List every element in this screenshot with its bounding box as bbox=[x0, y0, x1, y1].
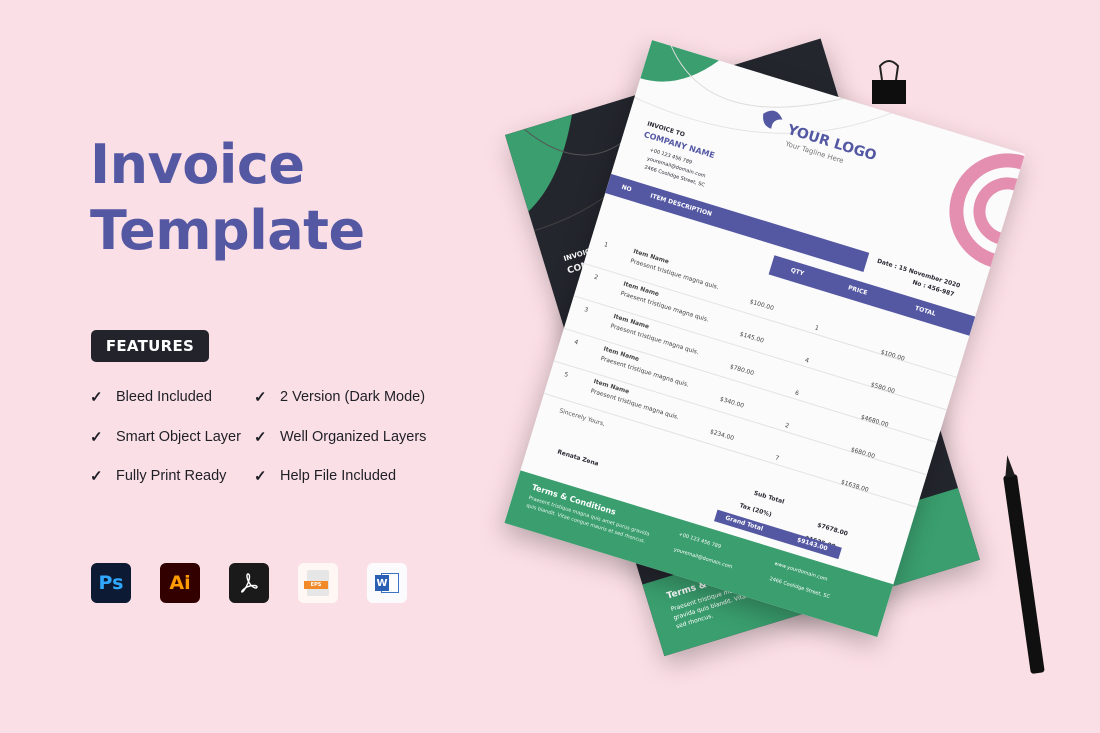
eps-label: EPS bbox=[304, 581, 328, 589]
word-letter: W bbox=[375, 575, 389, 591]
feature-item: ✓ 2 Version (Dark Mode) bbox=[254, 388, 425, 406]
item-qty: 1 bbox=[813, 324, 820, 333]
header-qty: QTY bbox=[789, 266, 805, 278]
item-no: 5 bbox=[563, 371, 570, 379]
page-title: Invoice Template bbox=[90, 132, 365, 264]
word-glyph: W bbox=[375, 571, 399, 595]
footer-email: youremail@domain.com bbox=[673, 546, 734, 571]
header-no: NO bbox=[620, 183, 633, 194]
item-no: 3 bbox=[583, 306, 589, 314]
check-icon: ✓ bbox=[254, 389, 267, 406]
feature-item: ✓ Well Organized Layers bbox=[254, 428, 426, 446]
item-price: $145.00 bbox=[738, 330, 765, 345]
item-qty: 6 bbox=[794, 389, 800, 398]
footer-phone: +00 123 456 789 bbox=[677, 531, 722, 551]
feature-label: Well Organized Layers bbox=[280, 429, 427, 445]
check-icon: ✓ bbox=[90, 389, 103, 406]
item-price: $100.00 bbox=[748, 298, 775, 313]
check-icon: ✓ bbox=[90, 429, 103, 446]
acrobat-icon bbox=[229, 563, 269, 603]
feature-label: 2 Version (Dark Mode) bbox=[280, 389, 426, 405]
feature-label: Bleed Included bbox=[116, 389, 212, 405]
item-price: $234.00 bbox=[709, 428, 735, 443]
item-price: $780.00 bbox=[728, 363, 755, 378]
word-icon: W bbox=[367, 563, 407, 603]
feature-label: Fully Print Ready bbox=[116, 468, 227, 484]
item-qty: 7 bbox=[774, 454, 780, 463]
check-icon: ✓ bbox=[254, 468, 267, 485]
feature-label: Smart Object Layer bbox=[116, 429, 241, 445]
features-badge: FEATURES bbox=[91, 330, 209, 362]
acrobat-glyph bbox=[241, 573, 258, 593]
feature-item: ✓ Fully Print Ready bbox=[90, 467, 226, 485]
header-total: TOTAL bbox=[914, 304, 937, 318]
photoshop-icon: Ps bbox=[91, 563, 131, 603]
check-icon: ✓ bbox=[254, 429, 267, 446]
feature-item: ✓ Help File Included bbox=[254, 467, 396, 485]
item-no: 2 bbox=[593, 273, 599, 282]
item-no: 4 bbox=[573, 338, 579, 347]
title-line-1: Invoice bbox=[90, 133, 305, 196]
item-no: 1 bbox=[603, 241, 609, 249]
app-label: Ps bbox=[98, 572, 124, 594]
header-price: PRICE bbox=[847, 284, 869, 297]
item-qty: 2 bbox=[784, 421, 790, 430]
feature-item: ✓ Smart Object Layer bbox=[90, 428, 241, 446]
app-label: Ai bbox=[169, 572, 191, 594]
feature-label: Help File Included bbox=[280, 468, 397, 484]
item-price: $340.00 bbox=[718, 395, 745, 410]
binder-clip-icon bbox=[872, 60, 906, 104]
eps-file-shape: EPS bbox=[304, 570, 329, 596]
check-icon: ✓ bbox=[90, 468, 103, 485]
illustrator-icon: Ai bbox=[160, 563, 200, 603]
title-line-2: Template bbox=[90, 199, 365, 262]
fountain-pen bbox=[1003, 474, 1045, 675]
feature-item: ✓ Bleed Included bbox=[90, 388, 212, 406]
item-qty: 4 bbox=[804, 356, 810, 365]
eps-file-icon: EPS bbox=[298, 563, 338, 603]
